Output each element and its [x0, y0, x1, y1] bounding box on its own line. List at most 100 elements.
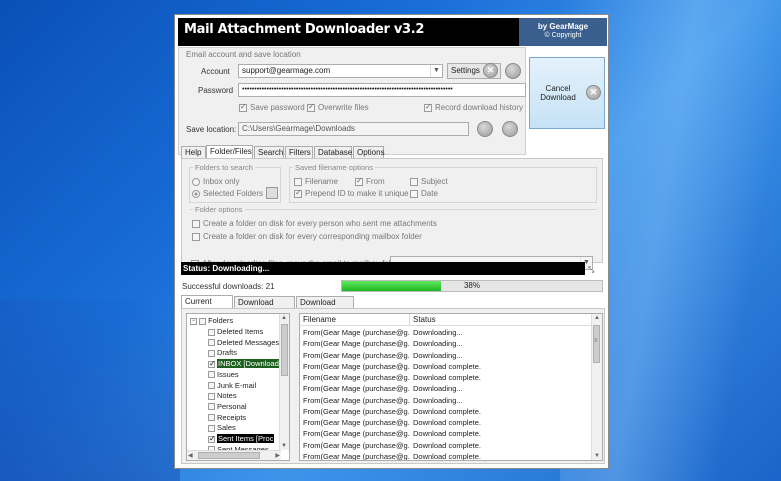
- table-row[interactable]: From(Gear Mage (purchase@g... Download co…: [300, 440, 592, 451]
- scroll-left-icon[interactable]: ◀: [188, 452, 193, 459]
- overwrite-files-checkbox[interactable]: Overwrite files: [307, 102, 369, 112]
- checkbox-icon[interactable]: [208, 392, 215, 400]
- filename-checkbox[interactable]: Filename: [294, 177, 338, 186]
- checkbox-icon[interactable]: [208, 371, 215, 379]
- scroll-up-icon[interactable]: ▲: [594, 315, 600, 321]
- tree-folder-label: Drafts: [217, 348, 238, 358]
- resize-grip-icon[interactable]: ⤡: [588, 265, 594, 275]
- settings-button[interactable]: Settings ✕: [447, 63, 501, 79]
- browse-folder-icon[interactable]: [477, 121, 493, 137]
- password-field[interactable]: ••••••••••••••••••••••••••••••••••••••••…: [238, 83, 526, 97]
- scroll-up-icon[interactable]: ▲: [281, 315, 287, 321]
- date-checkbox[interactable]: Date: [410, 189, 438, 198]
- table-row[interactable]: From(Gear Mage (purchase@g... Downloading…: [300, 338, 592, 349]
- table-row[interactable]: From(Gear Mage (purchase@g... Downloading…: [300, 327, 592, 338]
- prepend-id-checkbox[interactable]: Prepend ID to make it unique: [294, 188, 409, 198]
- table-row[interactable]: From(Gear Mage (purchase@g... Download co…: [300, 428, 592, 439]
- download-progress-bar: 38%: [341, 280, 603, 292]
- collapse-icon[interactable]: −: [190, 317, 197, 325]
- cell-filename: From(Gear Mage (purchase@g...: [303, 361, 410, 371]
- cell-status: Download complete.: [413, 361, 481, 371]
- record-history-checkbox[interactable]: Record download history: [424, 102, 523, 112]
- cancel-download-button[interactable]: Cancel Download ✕: [529, 57, 605, 129]
- scroll-thumb[interactable]: [593, 325, 600, 363]
- checkbox-icon[interactable]: [199, 317, 207, 325]
- scroll-down-icon[interactable]: ▼: [281, 443, 287, 449]
- chevron-down-icon[interactable]: ▼: [430, 65, 442, 77]
- account-add-icon[interactable]: [505, 63, 521, 79]
- cell-filename: From(Gear Mage (purchase@g...: [303, 451, 410, 461]
- tree-folder-label: Issues: [217, 369, 239, 379]
- table-row[interactable]: From(Gear Mage (purchase@g... Download co…: [300, 417, 592, 428]
- folder-per-mailbox-checkbox[interactable]: Create a folder on disk for every corres…: [192, 232, 422, 241]
- table-row[interactable]: From(Gear Mage (purchase@g... Download co…: [300, 361, 592, 372]
- table-row[interactable]: From(Gear Mage (purchase@g... Downloading…: [300, 395, 592, 406]
- checkbox-icon[interactable]: [208, 349, 215, 357]
- account-combo[interactable]: support@gearmage.com ▼: [238, 64, 443, 78]
- tree-folder-item[interactable]: Notes: [208, 391, 237, 402]
- folder-per-person-checkbox[interactable]: Create a folder on disk for every person…: [192, 219, 437, 228]
- table-row[interactable]: From(Gear Mage (purchase@g... Downloading…: [300, 350, 592, 361]
- tree-folder-item[interactable]: Junk E-mail: [208, 381, 256, 392]
- tree-folder-item[interactable]: Receipts: [208, 413, 246, 424]
- checkbox-icon: [307, 102, 315, 112]
- tree-folder-item[interactable]: Sent Items [Proc: [208, 434, 275, 445]
- account-label: Account: [201, 67, 230, 76]
- tab-folder-files[interactable]: Folder/Files: [206, 145, 253, 159]
- scroll-thumb[interactable]: [281, 324, 288, 376]
- grid-vertical-scrollbar[interactable]: ▲ ≡ ▼: [591, 314, 602, 460]
- tree-folder-label: Receipts: [217, 412, 247, 422]
- tree-folder-item[interactable]: INBOX [Download: [208, 359, 280, 370]
- cell-filename: From(Gear Mage (purchase@g...: [303, 440, 410, 450]
- table-row[interactable]: From(Gear Mage (purchase@g... Download co…: [300, 451, 592, 461]
- tree-horizontal-scrollbar[interactable]: ◀ ▶: [187, 450, 281, 460]
- table-row[interactable]: From(Gear Mage (purchase@g... Download co…: [300, 372, 592, 383]
- checkbox-icon[interactable]: [208, 403, 215, 411]
- desktop-shadow: [0, 300, 180, 481]
- scroll-right-icon[interactable]: ▶: [275, 452, 280, 459]
- tree-vertical-scrollbar[interactable]: ▲ ▼: [279, 314, 289, 450]
- tree-root[interactable]: − Folders: [190, 316, 233, 327]
- from-checkbox[interactable]: From: [355, 176, 385, 186]
- progress-label: 38%: [463, 281, 480, 290]
- column-status[interactable]: Status: [410, 314, 592, 326]
- tab-current-status[interactable]: Current Status: [181, 295, 233, 318]
- settings-label: Settings: [451, 66, 480, 75]
- account-group-legend: Email account and save location: [186, 50, 301, 59]
- current-status-panel: − Folders Deleted Items Deleted Messages D…: [181, 308, 605, 464]
- column-filename[interactable]: Filename: [300, 314, 410, 326]
- scroll-down-icon[interactable]: ▼: [594, 453, 600, 459]
- checkbox-icon[interactable]: [208, 359, 216, 369]
- inbox-only-radio[interactable]: Inbox only: [192, 177, 239, 186]
- checkbox-icon: [410, 189, 418, 198]
- tree-folder-item[interactable]: Personal: [208, 402, 247, 413]
- search-icon[interactable]: [502, 121, 518, 137]
- tree-folder-item[interactable]: Issues: [208, 370, 239, 381]
- selected-folders-radio[interactable]: Selected Folders: [192, 189, 263, 198]
- folder-options-group: Folder options Create a folder on disk f…: [189, 205, 597, 245]
- checkbox-icon[interactable]: [208, 434, 216, 444]
- scroll-thumb[interactable]: [198, 452, 260, 459]
- cell-status: Download complete.: [413, 373, 481, 382]
- cell-status: Downloading...: [413, 339, 463, 349]
- brand-name: by GearMage: [537, 22, 589, 31]
- folder-picker-icon[interactable]: [266, 187, 278, 199]
- checkbox-icon[interactable]: [208, 382, 215, 390]
- checkbox-icon[interactable]: [208, 424, 215, 432]
- tree-folder-item[interactable]: Deleted Messages: [208, 338, 279, 349]
- checkbox-icon[interactable]: [208, 414, 215, 422]
- table-row[interactable]: From(Gear Mage (purchase@g... Downloading…: [300, 383, 592, 394]
- checkbox-icon[interactable]: [208, 339, 215, 347]
- folder-tree[interactable]: − Folders Deleted Items Deleted Messages D…: [186, 313, 290, 461]
- folders-to-search-legend: Folders to search: [193, 163, 255, 172]
- cell-status: Download complete.: [413, 429, 481, 439]
- tree-folder-item[interactable]: Deleted Items: [208, 327, 263, 338]
- table-row[interactable]: From(Gear Mage (purchase@g... Download co…: [300, 406, 592, 417]
- save-location-field[interactable]: C:\Users\Gearmage\Downloads: [238, 122, 469, 136]
- cell-filename: From(Gear Mage (purchase@g...: [303, 350, 410, 360]
- tree-folder-label: Deleted Messages: [217, 337, 280, 347]
- save-password-checkbox[interactable]: Save password: [239, 102, 305, 112]
- checkbox-icon[interactable]: [208, 328, 215, 336]
- scroll-grip-icon: ≡: [594, 338, 598, 344]
- subject-checkbox[interactable]: Subject: [410, 177, 448, 186]
